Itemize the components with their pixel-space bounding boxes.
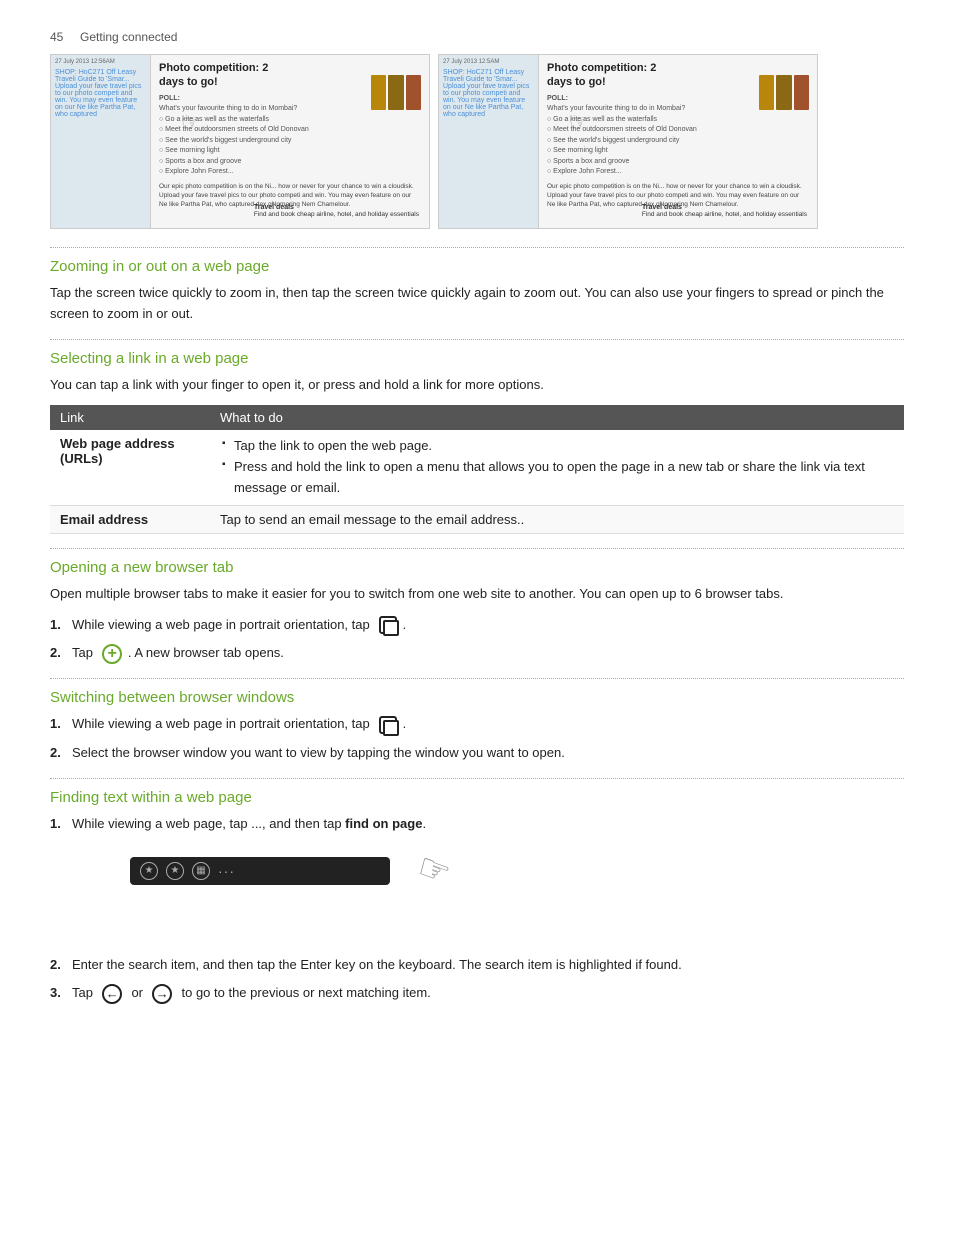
screenshots-row: 27 July 2013 12:56AM SHOP: HoC271 Off Le… xyxy=(50,54,904,229)
selecting-heading: Selecting a link in a web page xyxy=(50,350,904,367)
zooming-heading: Zooming in or out on a web page xyxy=(50,258,904,275)
finding-step-1: 1. While viewing a web page, tap ..., an… xyxy=(50,814,904,835)
divider-finding xyxy=(50,778,904,779)
page-header: 45 Getting connected xyxy=(50,30,904,44)
link-type-email: Email address xyxy=(50,505,210,533)
step-1: 1. While viewing a web page in portrait … xyxy=(50,615,904,636)
switching-step-1: 1. While viewing a web page in portrait … xyxy=(50,714,904,735)
fop-icon-1: ★ xyxy=(140,862,158,880)
page-label: Getting connected xyxy=(80,30,177,44)
tabs-icon-2 xyxy=(379,716,397,734)
finding-steps-2: 2. Enter the search item, and then tap t… xyxy=(50,955,904,1005)
switching-step-1-text: While viewing a web page in portrait ori… xyxy=(72,716,373,731)
divider-zooming xyxy=(50,247,904,248)
tabs-icon xyxy=(379,616,397,634)
finding-step-3-text: Tap xyxy=(72,985,97,1000)
switching-step-1-end: . xyxy=(403,716,407,731)
link-table: Link What to do Web page address(URLs) T… xyxy=(50,405,904,533)
fop-icon-3: ▦ xyxy=(192,862,210,880)
switching-step-2: 2. Select the browser window you want to… xyxy=(50,743,904,764)
link-actions-email: Tap to send an email message to the emai… xyxy=(210,505,904,533)
fop-dots: ··· xyxy=(218,863,235,879)
step-2: 2. Tap + . A new browser tab opens. xyxy=(50,643,904,664)
zooming-text: Tap the screen twice quickly to zoom in,… xyxy=(50,283,904,325)
fop-icon-2: ★ xyxy=(166,862,184,880)
find-on-page-bar: ★ ★ ▦ ··· xyxy=(130,857,390,885)
step-1-text: While viewing a web page in portrait ori… xyxy=(72,617,373,632)
finding-step-3-end: to go to the previous or next matching i… xyxy=(178,985,431,1000)
switching-steps: 1. While viewing a web page in portrait … xyxy=(50,714,904,764)
forward-icon: → xyxy=(152,984,172,1004)
finding-step-3: 3. Tap ← or → to go to the previous or n… xyxy=(50,983,904,1004)
switching-heading: Switching between browser windows xyxy=(50,689,904,706)
page-number: 45 xyxy=(50,30,63,44)
find-on-page-bold: find on page xyxy=(345,816,422,831)
table-row: Web page address(URLs) Tap the link to o… xyxy=(50,430,904,505)
finding-step-2-text: Enter the search item, and then tap the … xyxy=(72,957,682,972)
divider-selecting xyxy=(50,339,904,340)
divider-opening-tab xyxy=(50,548,904,549)
table-col2: What to do xyxy=(210,405,904,430)
finding-step-3-or: or xyxy=(128,985,147,1000)
table-row: Email address Tap to send an email messa… xyxy=(50,505,904,533)
screenshot-1: 27 July 2013 12:56AM SHOP: HoC271 Off Le… xyxy=(50,54,430,229)
find-bar-container: ★ ★ ▦ ··· ☞ xyxy=(90,849,390,893)
step-2-suffix: . A new browser tab opens. xyxy=(128,645,284,660)
plus-icon: + xyxy=(102,644,122,664)
table-col1: Link xyxy=(50,405,210,430)
opening-tab-heading: Opening a new browser tab xyxy=(50,559,904,576)
back-icon: ← xyxy=(102,984,122,1004)
opening-tab-steps: 1. While viewing a web page in portrait … xyxy=(50,615,904,665)
finding-step-2: 2. Enter the search item, and then tap t… xyxy=(50,955,904,976)
divider-switching xyxy=(50,678,904,679)
selecting-text: You can tap a link with your finger to o… xyxy=(50,375,904,396)
screenshot-2: 27 July 2013 12:5AM SHOP: HoC271 Off Lea… xyxy=(438,54,818,229)
switching-step-2-text: Select the browser window you want to vi… xyxy=(72,745,565,760)
link-actions-url: Tap the link to open the web page. Press… xyxy=(210,430,904,505)
list-item: Press and hold the link to open a menu t… xyxy=(220,457,894,499)
finding-steps: 1. While viewing a web page, tap ..., an… xyxy=(50,814,904,835)
opening-tab-intro: Open multiple browser tabs to make it ea… xyxy=(50,584,904,605)
finding-heading: Finding text within a web page xyxy=(50,789,904,806)
list-item: Tap the link to open the web page. xyxy=(220,436,894,457)
finger-pointer-icon: ☞ xyxy=(412,844,457,895)
step-2-prefix: Tap xyxy=(72,645,97,660)
step-1-end: . xyxy=(403,617,407,632)
link-type-url: Web page address(URLs) xyxy=(50,430,210,505)
finding-step-1-text: While viewing a web page, tap ..., and t… xyxy=(72,816,426,831)
